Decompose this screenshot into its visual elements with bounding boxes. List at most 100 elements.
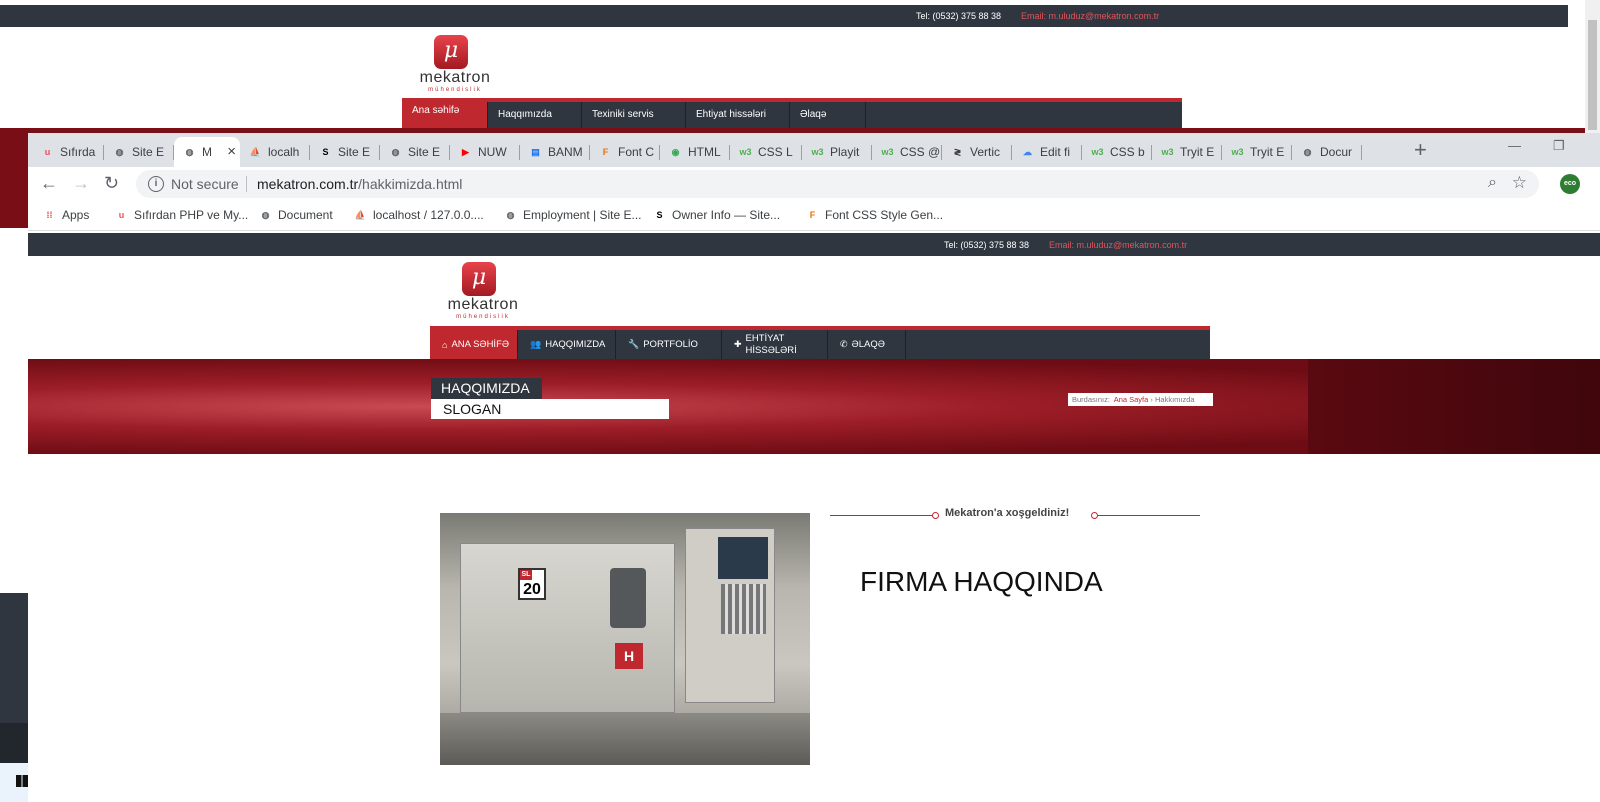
- w3-icon: w3: [1091, 147, 1104, 157]
- site-logo[interactable]: μ mekatron mühendislik: [438, 262, 528, 322]
- tab-5[interactable]: ◍ Site E: [380, 137, 450, 167]
- bookmark-item[interactable]: u Sıfırdan PHP ve My...: [114, 208, 249, 222]
- tab-9[interactable]: ◉ HTML: [660, 137, 730, 167]
- breadcrumb-separator: ›: [1150, 395, 1153, 404]
- bg-logo-mark: μ: [434, 35, 468, 69]
- udemy-icon: u: [44, 147, 51, 157]
- tab-15[interactable]: w3 CSS b: [1082, 137, 1152, 167]
- email-link[interactable]: Email: m.uluduz@mekatron.com.tr: [1049, 240, 1187, 250]
- machine-control-panel: [685, 528, 775, 703]
- divider-line-left: [830, 515, 933, 516]
- puzzle-icon: ✚: [734, 339, 742, 349]
- tab-14[interactable]: ☁ Edit fi: [1012, 137, 1082, 167]
- close-tab-icon[interactable]: ×: [227, 137, 236, 167]
- tab-label: BANM: [548, 145, 583, 159]
- bookmark-item[interactable]: ⛵ localhost / 127.0.0....: [353, 208, 484, 222]
- bookmark-item[interactable]: S Owner Info — Site...: [652, 208, 780, 222]
- machine-badge-tag: SL: [520, 570, 532, 580]
- address-bar[interactable]: i Not secure mekatron.com.tr/hakkimizda.…: [136, 170, 1539, 198]
- page-title: HAQQIMIZDA: [431, 378, 542, 399]
- w3-icon: w3: [881, 147, 894, 157]
- info-icon[interactable]: i: [148, 176, 164, 192]
- tab-3[interactable]: ⛵ localh: [240, 137, 310, 167]
- bg-scrollbar[interactable]: [1585, 0, 1600, 135]
- tab-1[interactable]: ◍ Site E: [104, 137, 174, 167]
- forward-icon[interactable]: →: [72, 173, 90, 194]
- bg-nav-about[interactable]: Haqqımızda: [488, 102, 582, 128]
- tab-8[interactable]: F Font C: [590, 137, 660, 167]
- machine-base: [440, 713, 810, 765]
- machine-keypad: [721, 584, 766, 634]
- phone-text: Tel: (0532) 375 88 38: [944, 240, 1030, 250]
- tab-6[interactable]: ▶ NUW: [450, 137, 520, 167]
- code-icon: ≷: [953, 147, 962, 157]
- tab-18[interactable]: ◍ Docur: [1292, 137, 1362, 167]
- bg-nav: Ana səhifə Haqqımızda Texiniki servis Eh…: [402, 98, 1182, 128]
- bg-nav-home[interactable]: Ana səhifə: [402, 102, 488, 128]
- bg-nav-parts[interactable]: Ehtiyat hissələri: [686, 102, 790, 128]
- bookmark-label: Owner Info — Site...: [672, 208, 781, 222]
- tab-16[interactable]: w3 Tryit E: [1152, 137, 1222, 167]
- zoom-icon[interactable]: ⌕: [1488, 174, 1497, 192]
- nav-item-about[interactable]: 👥 HAQQIMIZDA: [518, 330, 616, 359]
- minimize-icon[interactable]: —: [1508, 138, 1521, 153]
- tab-13[interactable]: ≷ Vertic: [942, 137, 1012, 167]
- url-text[interactable]: mekatron.com.tr/hakkimizda.html: [257, 176, 462, 192]
- windows-start-button[interactable]: [0, 763, 28, 802]
- cnc-machine-image: SL 20 H: [440, 513, 810, 765]
- tab-0[interactable]: u Sıfırda: [32, 137, 104, 167]
- tab-label: Site E: [338, 145, 371, 159]
- tab-12[interactable]: w3 CSS @: [872, 137, 942, 167]
- tab-17[interactable]: w3 Tryit E: [1222, 137, 1292, 167]
- globe-icon: ◍: [261, 210, 270, 220]
- extension-icon[interactable]: eco: [1560, 174, 1580, 194]
- new-tab-button[interactable]: +: [1414, 137, 1427, 163]
- restore-icon[interactable]: ❐: [1553, 138, 1565, 154]
- bookmark-item[interactable]: ◍ Document: [258, 208, 333, 222]
- tab-label: Sıfırda: [60, 145, 96, 159]
- tab-11[interactable]: w3 Playit: [802, 137, 872, 167]
- w3-icon: w3: [739, 147, 752, 157]
- breadcrumb-home-link[interactable]: Ana Sayfa: [1114, 395, 1149, 404]
- tab-label: Site E: [132, 145, 165, 159]
- tab-7[interactable]: ▤ BANM: [520, 137, 590, 167]
- logo-sub: mühendislik: [456, 314, 510, 320]
- bookmark-item[interactable]: F Font CSS Style Gen...: [805, 208, 943, 222]
- sei-icon: S: [322, 147, 329, 157]
- nav-item-parts[interactable]: ✚ EHTİYAT HİSSƏLƏRİ: [722, 330, 828, 359]
- bookmark-label: Font CSS Style Gen...: [825, 208, 944, 222]
- security-label[interactable]: Not secure: [171, 176, 239, 192]
- slogan: SLOGAN: [431, 399, 669, 419]
- bg-logo: μ mekatron mühendislik: [410, 35, 500, 95]
- reload-icon[interactable]: ↻: [104, 173, 119, 194]
- back-icon[interactable]: ←: [40, 173, 58, 194]
- nav-item-portfolio[interactable]: 🔧 PORTFOLİO: [616, 330, 722, 359]
- globe-icon: ◍: [506, 210, 515, 220]
- machine-model-badge: SL 20: [518, 568, 546, 600]
- tab-4[interactable]: S Site E: [310, 137, 380, 167]
- breadcrumb-prefix: Burdasınız:: [1072, 395, 1110, 404]
- bg-nav-contact[interactable]: Əlaqə: [790, 102, 866, 128]
- w3-icon: w3: [1161, 147, 1174, 157]
- bg-nav-service[interactable]: Texiniki servis: [582, 102, 686, 128]
- tab-label: Font C: [618, 145, 655, 159]
- globe-icon: ◍: [391, 147, 400, 157]
- bookmark-star-icon[interactable]: ☆: [1512, 173, 1527, 193]
- tab-label: Tryit E: [1250, 145, 1285, 159]
- phpmyadmin-icon: ⛵: [249, 147, 262, 157]
- tab-10[interactable]: w3 CSS L: [730, 137, 802, 167]
- tab-2[interactable]: ◍ M ×: [174, 137, 240, 167]
- bg-email-link[interactable]: Email: m.uluduz@mekatron.com.tr: [1021, 11, 1159, 21]
- nav-item-home[interactable]: ⌂ ANA SƏHİFƏ: [430, 330, 518, 359]
- bookmark-item[interactable]: ⁞⁞ Apps: [42, 208, 90, 222]
- nav-item-contact[interactable]: ✆ ƏLAQƏ: [828, 330, 906, 359]
- divider-dot-left: [932, 512, 939, 519]
- machine-badge-number: 20: [523, 581, 541, 598]
- haas-logo: H: [615, 643, 643, 669]
- page-banner: HAQQIMIZDA SLOGAN Burdasınız: Ana Sayfa …: [28, 359, 1600, 454]
- tab-label: Tryit E: [1180, 145, 1215, 159]
- bg-top-contact-bar: Tel: (0532) 375 88 38 Email: m.uluduz@me…: [0, 5, 1568, 27]
- bookmark-item[interactable]: ◍ Employment | Site E...: [503, 208, 642, 222]
- bg-scrollbar-thumb[interactable]: [1588, 20, 1597, 130]
- tab-label: Vertic: [970, 145, 1001, 159]
